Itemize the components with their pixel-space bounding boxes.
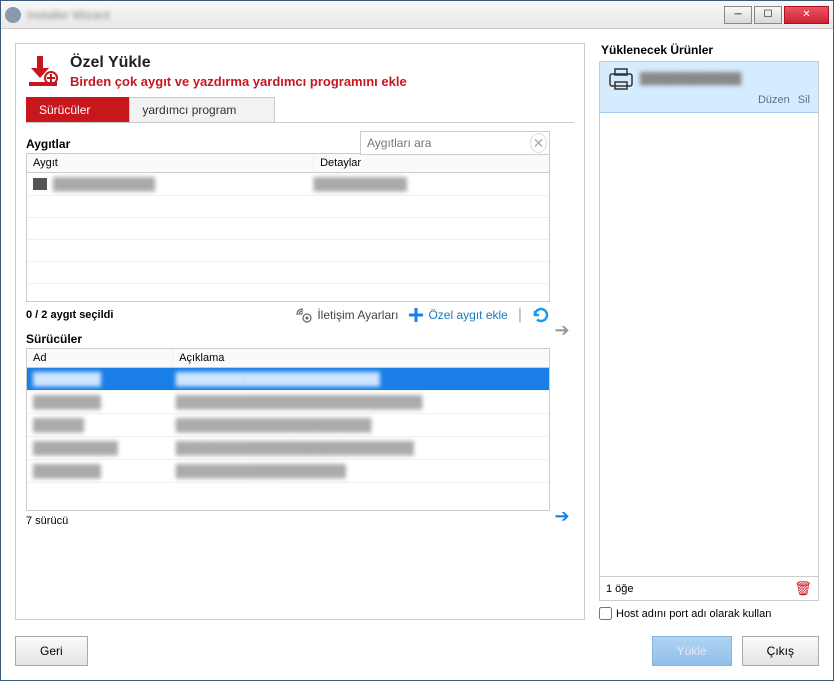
arrow-right-icon[interactable]: ➔	[554, 320, 569, 341]
edit-product-button[interactable]: Düzen	[758, 94, 790, 106]
col-details: Detaylar	[314, 154, 549, 172]
hostname-checkbox[interactable]	[599, 607, 612, 620]
minimize-button[interactable]: ─	[724, 6, 752, 24]
left-panel: Özel Yükle Birden çok aygıt ve yazdırma …	[15, 43, 585, 620]
tabs: Sürücüler yardımcı program	[26, 97, 574, 123]
product-item[interactable]: █████████████ Düzen Sil	[600, 62, 818, 113]
devices-table: Aygıt Detaylar ████████████ ███████████	[26, 153, 550, 302]
products-title: Yüklenecek Ürünler	[599, 43, 819, 57]
drivers-section-label: Sürücüler	[26, 332, 550, 346]
driver-row[interactable]: ████████████████████████████	[27, 460, 549, 483]
titlebar: Installer Wizard ─ ☐ ✕	[1, 1, 833, 29]
col-desc: Açıklama	[173, 349, 549, 367]
col-name: Ad	[27, 349, 173, 367]
communication-settings-button[interactable]: İletişim Ayarları	[295, 306, 398, 324]
drivers-table: Ad Açıklama ████████████████████████████…	[26, 348, 550, 511]
app-window: Installer Wizard ─ ☐ ✕ Özel Yükle Birden…	[0, 0, 834, 681]
device-search: ✕	[360, 131, 550, 155]
drivers-count: 7 sürücü	[26, 515, 550, 527]
device-row[interactable]	[27, 218, 549, 240]
driver-row[interactable]: █████████████████████████████	[27, 414, 549, 437]
page-title: Özel Yükle	[70, 54, 407, 72]
plus-icon	[408, 307, 424, 323]
close-button[interactable]: ✕	[784, 6, 829, 24]
tab-utility[interactable]: yardımcı program	[129, 97, 275, 122]
app-icon	[5, 7, 21, 23]
device-row[interactable]	[27, 262, 549, 284]
device-selection-status: 0 / 2 aygıt seçildi	[26, 309, 113, 321]
signal-gear-icon	[295, 306, 313, 324]
window-title: Installer Wizard	[27, 8, 724, 22]
install-button[interactable]: Yükle	[652, 636, 732, 666]
hostname-checkbox-row[interactable]: Host adını port adı olarak kullan	[599, 607, 819, 620]
driver-row[interactable]: ████████████████████████████████	[27, 368, 549, 391]
printer-icon	[608, 68, 634, 90]
search-input[interactable]	[361, 136, 528, 150]
back-button[interactable]: Geri	[15, 636, 88, 666]
printer-icon	[33, 178, 47, 190]
device-row[interactable]	[27, 240, 549, 262]
right-panel: Yüklenecek Ürünler █████████████ Düzen S…	[599, 43, 819, 620]
driver-row[interactable]: ██████████████████████████████████████	[27, 437, 549, 460]
col-device: Aygıt	[27, 154, 314, 172]
device-row[interactable]: ████████████ ███████████	[27, 173, 549, 196]
refresh-icon[interactable]	[532, 306, 550, 324]
add-custom-device-button[interactable]: Özel aygıt ekle	[408, 307, 507, 323]
maximize-button[interactable]: ☐	[754, 6, 782, 24]
clear-search-icon[interactable]: ✕	[530, 133, 547, 153]
delete-product-button[interactable]: Sil	[798, 94, 810, 106]
custom-install-icon	[26, 54, 60, 88]
trash-icon[interactable]: 🗑	[794, 580, 812, 597]
product-count: 1 öğe	[606, 583, 634, 595]
device-row[interactable]	[27, 196, 549, 218]
arrow-right-blue-icon[interactable]: ➔	[554, 506, 569, 527]
page-subtitle: Birden çok aygıt ve yazdırma yardımcı pr…	[70, 74, 407, 89]
tab-drivers[interactable]: Sürücüler	[26, 97, 129, 122]
driver-row[interactable]: █████████████████████████████████████	[27, 391, 549, 414]
exit-button[interactable]: Çıkış	[742, 636, 819, 666]
